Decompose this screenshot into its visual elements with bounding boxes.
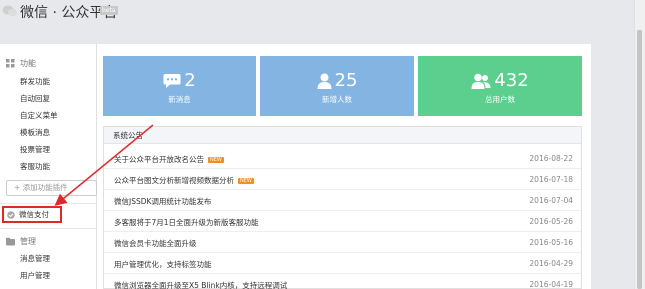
sidebar-item-auto-reply[interactable]: 自动回复 (20, 93, 50, 104)
users-icon (471, 73, 491, 89)
notice-item-title[interactable]: 多客服将于7月1日全面升级为新版客服功能 (114, 217, 259, 228)
notice-item-date: 2016-07-04 (529, 196, 573, 205)
stat-label: 总用户数 (485, 95, 515, 104)
new-badge: NEW (238, 178, 254, 184)
wechat-logo-icon (2, 5, 17, 17)
sidebar-item-wechat-pay[interactable]: 微信支付 (2, 206, 62, 223)
stat-new-followers[interactable]: 25 新增人数 (260, 56, 414, 116)
notice-item-title[interactable]: 微信浏览器全面升级至X5 Blink内核，支持远程调试 (114, 280, 287, 289)
notice-item-title[interactable]: 公众平台图文分析新增视频数据分析 NEW (114, 175, 254, 186)
list-item[interactable]: 公众平台图文分析新增视频数据分析 NEW 2016-07-18 (104, 169, 581, 190)
sidebar-divider (0, 228, 97, 229)
top-bar: 微信 · 公众平台 beta (0, 0, 645, 42)
notice-item-date: 2016-04-19 (529, 280, 573, 289)
notice-item-title[interactable]: 关于公众平台开放改名公告 NEW (114, 154, 224, 165)
sidebar-item-mass-send[interactable]: 群发功能 (20, 76, 50, 87)
list-item[interactable]: 多客服将于7月1日全面升级为新版客服功能 2016-05-26 (104, 211, 581, 232)
sidebar: 功能 群发功能 自动回复 自定义菜单 模板消息 投票管理 客服功能 + 添加功能… (0, 44, 97, 289)
notice-title: 系统公告 (104, 127, 581, 144)
notice-item-date: 2016-08-22 (529, 154, 573, 163)
stat-label: 新增人数 (322, 95, 352, 104)
wechat-pay-label: 微信支付 (19, 210, 49, 219)
section-function: 功能 (6, 58, 36, 69)
section-function-label: 功能 (20, 59, 36, 68)
sidebar-item-message-manage[interactable]: 消息管理 (20, 253, 50, 264)
notice-item-title[interactable]: 用户管理优化，支持标签功能 (114, 259, 212, 270)
folder-icon (6, 237, 15, 246)
person-icon (317, 73, 332, 89)
sidebar-item-template-msg[interactable]: 模板消息 (20, 127, 50, 138)
sidebar-item-user-manage[interactable]: 用户管理 (20, 270, 50, 281)
stat-total-users[interactable]: 432 总用户数 (418, 56, 582, 116)
beta-badge: beta (100, 6, 118, 15)
system-notice-panel: 系统公告 关于公众平台开放改名公告 NEW 2016-08-22 公众平台图文分析… (103, 126, 582, 289)
grid-icon (6, 59, 15, 68)
notice-item-title[interactable]: 微信会员卡功能全面升级 (114, 238, 197, 249)
stat-value: 2 (184, 70, 196, 91)
notice-item-title[interactable]: 微信JSSDK调用统计功能发布 (114, 196, 211, 207)
notice-item-date: 2016-07-18 (529, 175, 573, 184)
sidebar-item-customer-service[interactable]: 客服功能 (20, 161, 50, 172)
stat-value: 432 (494, 70, 529, 91)
stat-label: 新消息 (168, 95, 191, 104)
list-item[interactable]: 微信浏览器全面升级至X5 Blink内核，支持远程调试 2016-04-19 (104, 274, 581, 289)
main-content: 2 新消息 25 新增人数 432 总用户数 系统公告 关于公众平台开放改名公告… (97, 44, 591, 289)
notice-item-date: 2016-05-26 (529, 217, 573, 226)
sidebar-item-custom-menu[interactable]: 自定义菜单 (20, 110, 58, 121)
check-circle-icon (7, 210, 15, 219)
list-item[interactable]: 微信JSSDK调用统计功能发布 2016-07-04 (104, 190, 581, 211)
list-item[interactable]: 微信会员卡功能全面升级 2016-05-16 (104, 232, 581, 253)
notice-item-date: 2016-04-29 (529, 259, 573, 268)
section-manage-label: 管理 (20, 237, 36, 246)
add-function-button[interactable]: + 添加功能插件 (6, 180, 97, 196)
notice-item-date: 2016-05-16 (529, 238, 573, 247)
chat-icon (163, 73, 181, 88)
section-manage: 管理 (6, 236, 36, 247)
stat-value: 25 (334, 70, 358, 91)
scrollbar-thumb[interactable] (637, 30, 642, 289)
sidebar-divider (0, 203, 97, 204)
stat-new-messages[interactable]: 2 新消息 (103, 56, 256, 116)
sidebar-item-vote[interactable]: 投票管理 (20, 144, 50, 155)
list-item[interactable]: 关于公众平台开放改名公告 NEW 2016-08-22 (104, 148, 581, 169)
list-item[interactable]: 用户管理优化，支持标签功能 2016-04-29 (104, 253, 581, 274)
new-badge: NEW (208, 157, 224, 163)
